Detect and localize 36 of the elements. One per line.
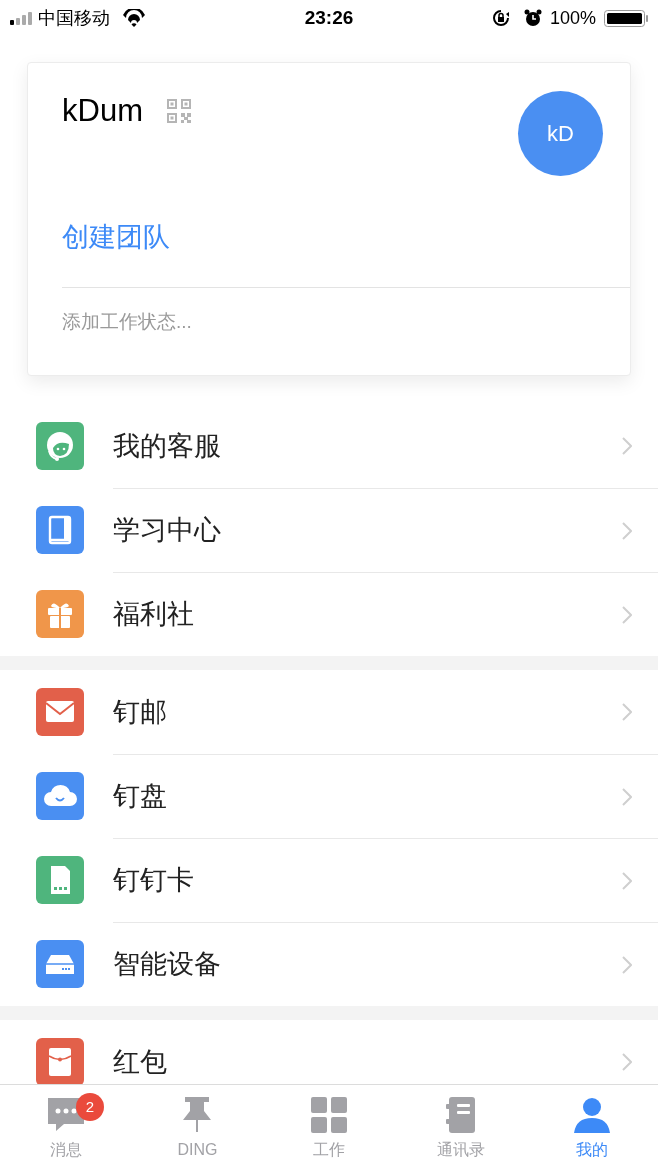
- clock-time: 23:26: [304, 5, 354, 30]
- tab[interactable]: 我的: [526, 1085, 658, 1170]
- menu-label: 钉盘: [113, 780, 167, 814]
- chevron-right-icon: [622, 521, 632, 540]
- menu-label: 智能设备: [113, 948, 221, 982]
- chevron-right-icon: [622, 437, 632, 455]
- battery-icon: [604, 9, 648, 27]
- user-name: kDum: [62, 92, 143, 130]
- menu-label: 钉钉卡: [113, 864, 194, 898]
- menu-item[interactable]: 钉钉卡: [0, 838, 658, 922]
- menu-item[interactable]: 钉邮: [0, 670, 658, 754]
- tab[interactable]: 消息 2: [0, 1085, 132, 1170]
- person-icon: [572, 1095, 613, 1135]
- menu-label: 福利社: [113, 598, 194, 632]
- chevron-right-icon: [622, 1053, 632, 1071]
- alarm-icon: [523, 9, 542, 27]
- menu-label: 学习中心: [113, 514, 221, 548]
- chevron-right-icon: [622, 871, 632, 890]
- rotation-lock-icon: [491, 9, 510, 27]
- wifi-icon: [122, 9, 146, 27]
- menu-label: 红包: [113, 1045, 167, 1079]
- battery-percentage: 100%: [549, 6, 596, 30]
- chevron-right-icon: [622, 605, 632, 624]
- menu-item[interactable]: 我的客服: [0, 404, 658, 488]
- chevron-right-icon: [622, 703, 632, 721]
- carrier-name: 中国移动: [38, 6, 110, 30]
- menu-label: 钉邮: [113, 695, 167, 729]
- chevron-right-icon: [622, 955, 632, 974]
- grid-icon: [309, 1095, 349, 1135]
- notification-badge: 2: [76, 1093, 104, 1121]
- qr-code-icon[interactable]: [166, 99, 191, 123]
- menu-item[interactable]: 学习中心: [0, 488, 658, 572]
- menu-item[interactable]: 钉盘: [0, 754, 658, 838]
- menu-label: 我的客服: [113, 429, 221, 463]
- signal-icon: [10, 11, 32, 25]
- chevron-right-icon: [622, 787, 632, 806]
